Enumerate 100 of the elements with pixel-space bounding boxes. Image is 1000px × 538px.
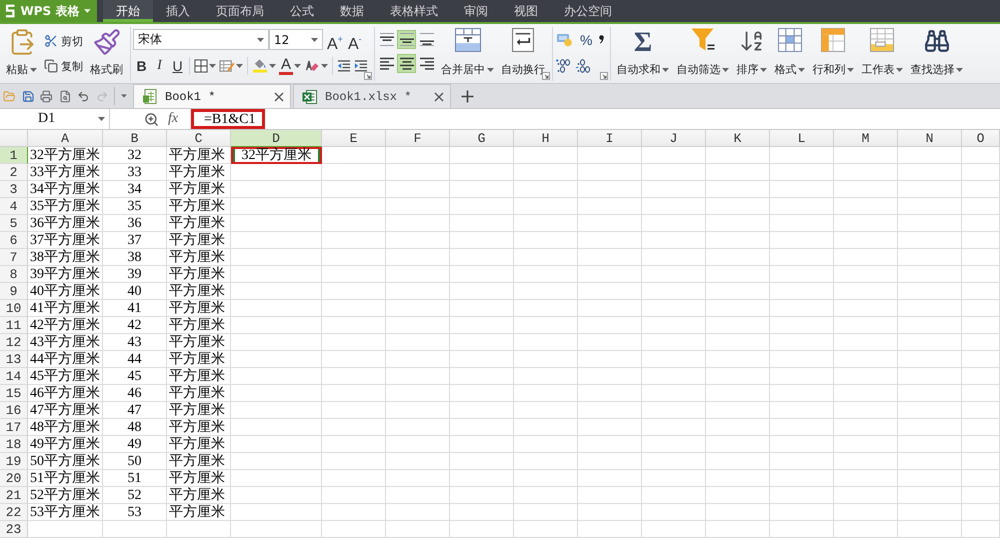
menu-tab[interactable]: 开始	[103, 0, 153, 22]
table-cell: 平方厘米	[167, 317, 231, 334]
align-button[interactable]	[417, 30, 436, 49]
italic-button[interactable]: I	[151, 56, 168, 76]
column-header[interactable]: C	[167, 130, 231, 147]
row-header[interactable]: 14	[0, 368, 28, 385]
column-header[interactable]: H	[514, 130, 578, 147]
magnifier-icon[interactable]	[144, 112, 159, 126]
font-color-button[interactable]: A	[278, 56, 302, 76]
caret-icon[interactable]	[321, 64, 328, 68]
column-header[interactable]: K	[706, 130, 770, 147]
column-header[interactable]: D	[231, 130, 322, 147]
document-tab[interactable]: Book1 *	[133, 84, 291, 108]
menu-tab[interactable]: 办公空间	[551, 0, 625, 22]
font-select[interactable]: 宋体	[133, 29, 269, 50]
insert-function-button[interactable]: fx	[168, 111, 178, 127]
column-header[interactable]: F	[386, 130, 450, 147]
row-header[interactable]: 8	[0, 266, 28, 283]
underline-button[interactable]: U	[169, 56, 186, 76]
rows-columns-button[interactable]: 行和列	[810, 27, 856, 80]
menu-tab[interactable]: 表格样式	[377, 0, 451, 22]
column-header[interactable]: A	[28, 130, 103, 147]
worksheet-button[interactable]: 工作表	[859, 27, 906, 80]
plus-icon[interactable]	[461, 90, 474, 102]
format-button[interactable]: 格式	[772, 27, 808, 80]
align-button[interactable]	[397, 54, 416, 73]
table-cell: 平方厘米	[167, 402, 231, 419]
percent-button[interactable]: %	[577, 30, 596, 50]
row-header[interactable]: 16	[0, 402, 28, 419]
dialog-launcher-icon[interactable]	[600, 72, 608, 80]
close-icon[interactable]	[434, 92, 444, 102]
column-header[interactable]: B	[103, 130, 167, 147]
document-search-icon[interactable]	[58, 88, 72, 104]
row-header[interactable]: 5	[0, 215, 28, 232]
menu-tab[interactable]: 插入	[153, 0, 203, 22]
menu-tab[interactable]: 页面布局	[203, 0, 277, 22]
selected-cell[interactable]: 32平方厘米	[231, 147, 322, 164]
menu-tab[interactable]: 审阅	[451, 0, 501, 22]
row-header[interactable]: 12	[0, 334, 28, 351]
empty-cell	[514, 232, 578, 249]
bold-button[interactable]: B	[133, 56, 150, 76]
caret-icon[interactable]	[209, 64, 216, 68]
merge-center-button[interactable]: 合并居中	[439, 27, 496, 80]
document-tab[interactable]: Book1.xlsx *	[293, 84, 451, 108]
decrease-decimal-icon[interactable]	[576, 58, 592, 72]
save-icon[interactable]	[22, 88, 34, 104]
cut-button[interactable]: 剪切	[42, 31, 85, 51]
column-header[interactable]: L	[770, 130, 834, 147]
row-header[interactable]: 10	[0, 300, 28, 317]
row-header[interactable]: 17	[0, 419, 28, 436]
column-header[interactable]: I	[578, 130, 642, 147]
autosum-button[interactable]: Σ 自动求和	[614, 27, 672, 80]
empty-cell	[770, 504, 834, 521]
row-header[interactable]: 7	[0, 249, 28, 266]
row-header[interactable]: 21	[0, 487, 28, 504]
table-cell: 37	[103, 232, 167, 249]
column-header[interactable]: M	[834, 130, 898, 147]
filter-button[interactable]: 自动筛选	[674, 27, 732, 80]
grow-font-button[interactable]: A$^{+}$	[326, 29, 344, 50]
caret-icon[interactable]	[121, 94, 127, 98]
align-button[interactable]	[377, 30, 396, 49]
menu-tab[interactable]: 公式	[277, 0, 327, 22]
copy-button[interactable]: 复制	[42, 56, 85, 76]
caret-icon[interactable]	[269, 64, 276, 68]
row-header[interactable]: 4	[0, 198, 28, 215]
column-header[interactable]: J	[642, 130, 706, 147]
shrink-font-button[interactable]: A$^{-}$	[346, 29, 363, 50]
row-header[interactable]: 9	[0, 283, 28, 300]
sort-button[interactable]: 排序	[734, 27, 770, 80]
close-icon[interactable]	[274, 92, 284, 102]
font-size-select[interactable]: 12	[269, 29, 323, 50]
row-header[interactable]: 2	[0, 164, 28, 181]
caret-icon[interactable]	[236, 64, 243, 68]
wrap-text-button[interactable]: 自动换行	[499, 27, 548, 80]
dialog-launcher-icon[interactable]	[364, 72, 372, 80]
column-header[interactable]: G	[450, 130, 514, 147]
menu-tab[interactable]: 视图	[501, 0, 551, 22]
column-header[interactable]: N	[898, 130, 962, 147]
menu-tab[interactable]: 数据	[327, 0, 377, 22]
align-button[interactable]	[397, 30, 416, 49]
paste-button[interactable]: 粘贴	[4, 27, 39, 80]
format-painter-button[interactable]: 格式刷	[88, 27, 125, 80]
row-header[interactable]: 15	[0, 385, 28, 402]
empty-cell	[898, 283, 962, 300]
row-header[interactable]: 11	[0, 317, 28, 334]
row-header[interactable]: 20	[0, 470, 28, 487]
row-header[interactable]: 18	[0, 436, 28, 453]
row-header[interactable]: 6	[0, 232, 28, 249]
row-header[interactable]: 3	[0, 181, 28, 198]
find-button[interactable]: 查找选择	[908, 27, 966, 80]
comma-icon[interactable]	[599, 35, 604, 44]
row-header[interactable]: 22	[0, 504, 28, 521]
row-header[interactable]: 19	[0, 453, 28, 470]
row-header[interactable]: 23	[0, 521, 28, 538]
increase-decimal-icon[interactable]	[556, 58, 572, 72]
column-header[interactable]: E	[322, 130, 386, 147]
column-header[interactable]: O	[962, 130, 1000, 147]
row-header[interactable]: 1	[0, 147, 28, 164]
row-header[interactable]: 13	[0, 351, 28, 368]
printer-icon[interactable]	[40, 88, 53, 104]
